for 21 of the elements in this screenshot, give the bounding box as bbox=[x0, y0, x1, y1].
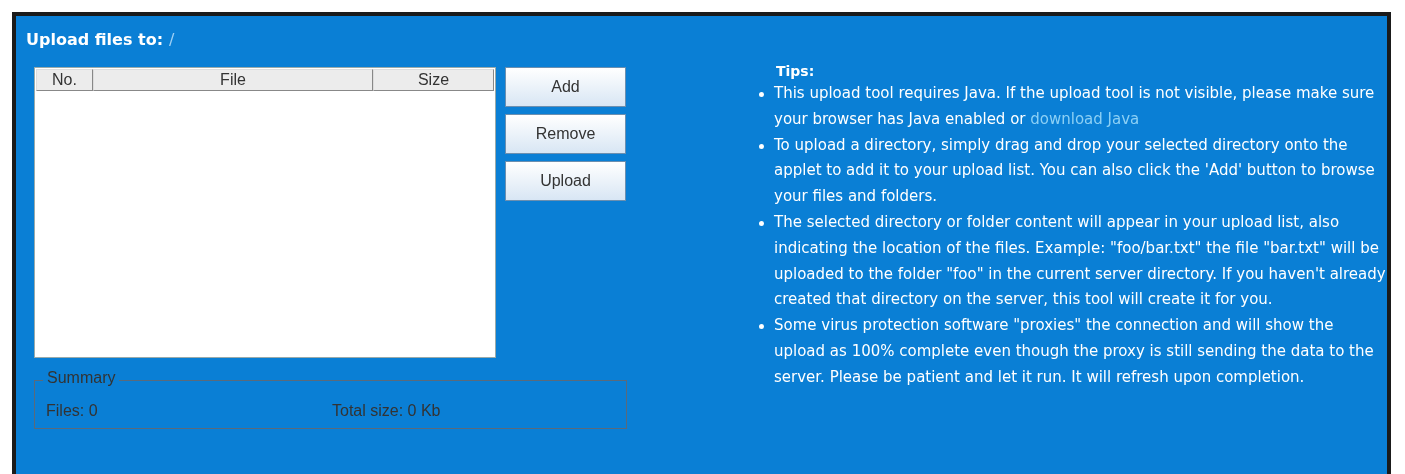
bullet-icon bbox=[759, 324, 764, 330]
action-button[interactable]: Upload bbox=[505, 161, 626, 201]
file-table[interactable]: No. File Size bbox=[34, 67, 496, 358]
upload-target-label: Upload files to: bbox=[26, 30, 164, 51]
total-size: Total size: 0 Kb bbox=[332, 402, 441, 420]
tip-text: To upload a directory, simply drag and drop your selected directory onto the applet to add it to your upload list. You can also click the 'Add' button to browse your files and folders. bbox=[774, 134, 1376, 208]
column-header[interactable]: Size bbox=[373, 69, 494, 91]
action-button[interactable]: Add bbox=[505, 67, 626, 107]
action-button[interactable]: Remove bbox=[505, 114, 626, 154]
column-header[interactable]: No. bbox=[36, 69, 93, 91]
summary-title: Summary bbox=[43, 369, 120, 387]
bullet-icon bbox=[759, 221, 764, 226]
bullet-icon bbox=[759, 143, 764, 149]
tip-text: This upload tool requires Java. If the upload tool is not visible, please make sure your browser has Java enabled or download Java bbox=[774, 83, 1376, 130]
bullet-icon bbox=[759, 92, 764, 97]
tip-text: The selected directory or folder content will appear in your upload list, also indicating the location of the files. Example: "foo/bar.txt" the file "bar.txt" will be uploaded to the folder "foo" in the current server directory. If you haven't already created that directory on the server, this tool will create it for you. bbox=[774, 212, 1387, 311]
file-count: Files: 0 bbox=[46, 402, 99, 420]
tips-title: Tips: bbox=[776, 62, 816, 81]
column-header[interactable]: File bbox=[93, 69, 373, 91]
tip-text: Some virus protection software "proxies" the connection and will show the upload as 100% complete even though the proxy is still sending the data to the server. Please be patient and let it run. It will refresh upon completion. bbox=[774, 315, 1375, 388]
upload-path: / bbox=[169, 30, 175, 51]
